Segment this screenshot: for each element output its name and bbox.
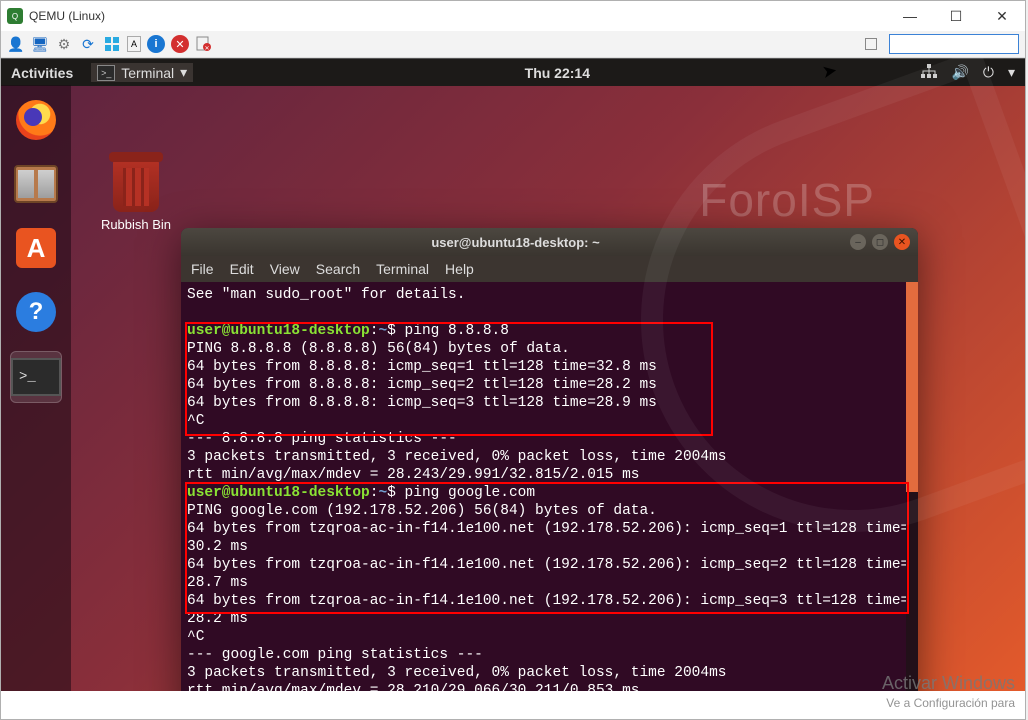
menu-file[interactable]: File (191, 261, 214, 277)
ubuntu-vm-screen: ForoISP Activities >_ Terminal ▾ Thu 22:… (1, 58, 1025, 691)
terminal-title: user@ubuntu18-desktop: ~ (181, 235, 850, 250)
terminal-output: See "man sudo_root" for details. user@ub… (187, 286, 912, 691)
terminal-window: user@ubuntu18-desktop: ~ – ◻ ✕ File Edit… (181, 228, 918, 691)
app-menu-terminal[interactable]: >_ Terminal ▾ (91, 63, 193, 82)
terminal-titlebar[interactable]: user@ubuntu18-desktop: ~ – ◻ ✕ (181, 228, 918, 256)
clock[interactable]: Thu 22:14 (193, 65, 921, 81)
chevron-down-icon[interactable]: ▾ (1008, 64, 1015, 81)
window-title: QEMU (Linux) (29, 9, 887, 23)
activities-button[interactable]: Activities (11, 65, 73, 81)
terminal-maximize-button[interactable]: ◻ (872, 234, 888, 250)
gear-icon[interactable]: ⚙ (55, 35, 73, 53)
status-square-icon (865, 38, 877, 50)
terminal-minimize-button[interactable]: – (850, 234, 866, 250)
copy-error-icon[interactable]: ✕ (195, 35, 213, 53)
desktop-trash[interactable]: Rubbish Bin (96, 158, 176, 232)
dock-files[interactable] (11, 159, 61, 209)
terminal-icon: >_ (97, 65, 115, 81)
maximize-button[interactable]: ☐ (933, 1, 979, 31)
files-icon (14, 165, 58, 203)
scrollbar-track[interactable] (906, 282, 918, 691)
info-icon[interactable]: i (147, 35, 165, 53)
gnome-top-panel: Activities >_ Terminal ▾ Thu 22:14 🔊 ⏻ ▾ (1, 58, 1025, 86)
chevron-down-icon: ▾ (180, 64, 187, 81)
terminal-icon: >_ (11, 358, 61, 396)
windows-icon[interactable] (103, 35, 121, 53)
qemu-toolbar: 👤 🖥 ⚙ ⟳ A i ✕ ✕ (1, 31, 1025, 58)
svg-text:Q: Q (12, 12, 18, 21)
terminal-menubar: File Edit View Search Terminal Help (181, 256, 918, 282)
svg-text:✕: ✕ (204, 46, 209, 52)
trash-icon (113, 158, 159, 212)
firefox-icon (16, 100, 56, 140)
ubuntu-dock: A ? >_ (1, 85, 71, 691)
monitor-icon[interactable]: 🖥 (31, 35, 49, 53)
scrollbar-thumb[interactable] (906, 282, 918, 492)
windows-activation-watermark: Activar Windows Ve a Configuración para (882, 673, 1015, 713)
document-icon[interactable]: A (127, 36, 141, 52)
status-area[interactable]: 🔊 ⏻ ▾ (921, 64, 1015, 81)
trash-label: Rubbish Bin (96, 217, 176, 232)
dock-help[interactable]: ? (11, 287, 61, 337)
foroisp-watermark: ForoISP (699, 173, 875, 227)
minimize-button[interactable]: — (887, 1, 933, 31)
menu-view[interactable]: View (270, 261, 300, 277)
qemu-app-icon: Q (7, 8, 23, 24)
dock-software[interactable]: A (11, 223, 61, 273)
qemu-outer-window: Q QEMU (Linux) — ☐ ✕ 👤 🖥 ⚙ ⟳ A i ✕ ✕ For… (0, 0, 1026, 720)
windows-titlebar[interactable]: Q QEMU (Linux) — ☐ ✕ (1, 1, 1025, 31)
refresh-icon[interactable]: ⟳ (79, 35, 97, 53)
menu-terminal[interactable]: Terminal (376, 261, 429, 277)
terminal-close-button[interactable]: ✕ (894, 234, 910, 250)
volume-icon[interactable]: 🔊 (951, 64, 968, 81)
user-icon[interactable]: 👤 (7, 35, 25, 53)
menu-edit[interactable]: Edit (230, 261, 254, 277)
help-icon: ? (16, 292, 56, 332)
menu-search[interactable]: Search (316, 261, 360, 277)
qemu-input-box[interactable] (889, 34, 1019, 54)
dock-terminal[interactable]: >_ (10, 351, 62, 403)
dock-firefox[interactable] (11, 95, 61, 145)
menu-help[interactable]: Help (445, 261, 474, 277)
app-menu-label: Terminal (121, 65, 174, 81)
network-icon[interactable] (921, 64, 937, 81)
terminal-body[interactable]: See "man sudo_root" for details. user@ub… (181, 282, 918, 691)
power-icon[interactable]: ⏻ (983, 64, 994, 81)
stop-icon[interactable]: ✕ (171, 35, 189, 53)
close-button[interactable]: ✕ (979, 1, 1025, 31)
software-center-icon: A (16, 228, 56, 268)
